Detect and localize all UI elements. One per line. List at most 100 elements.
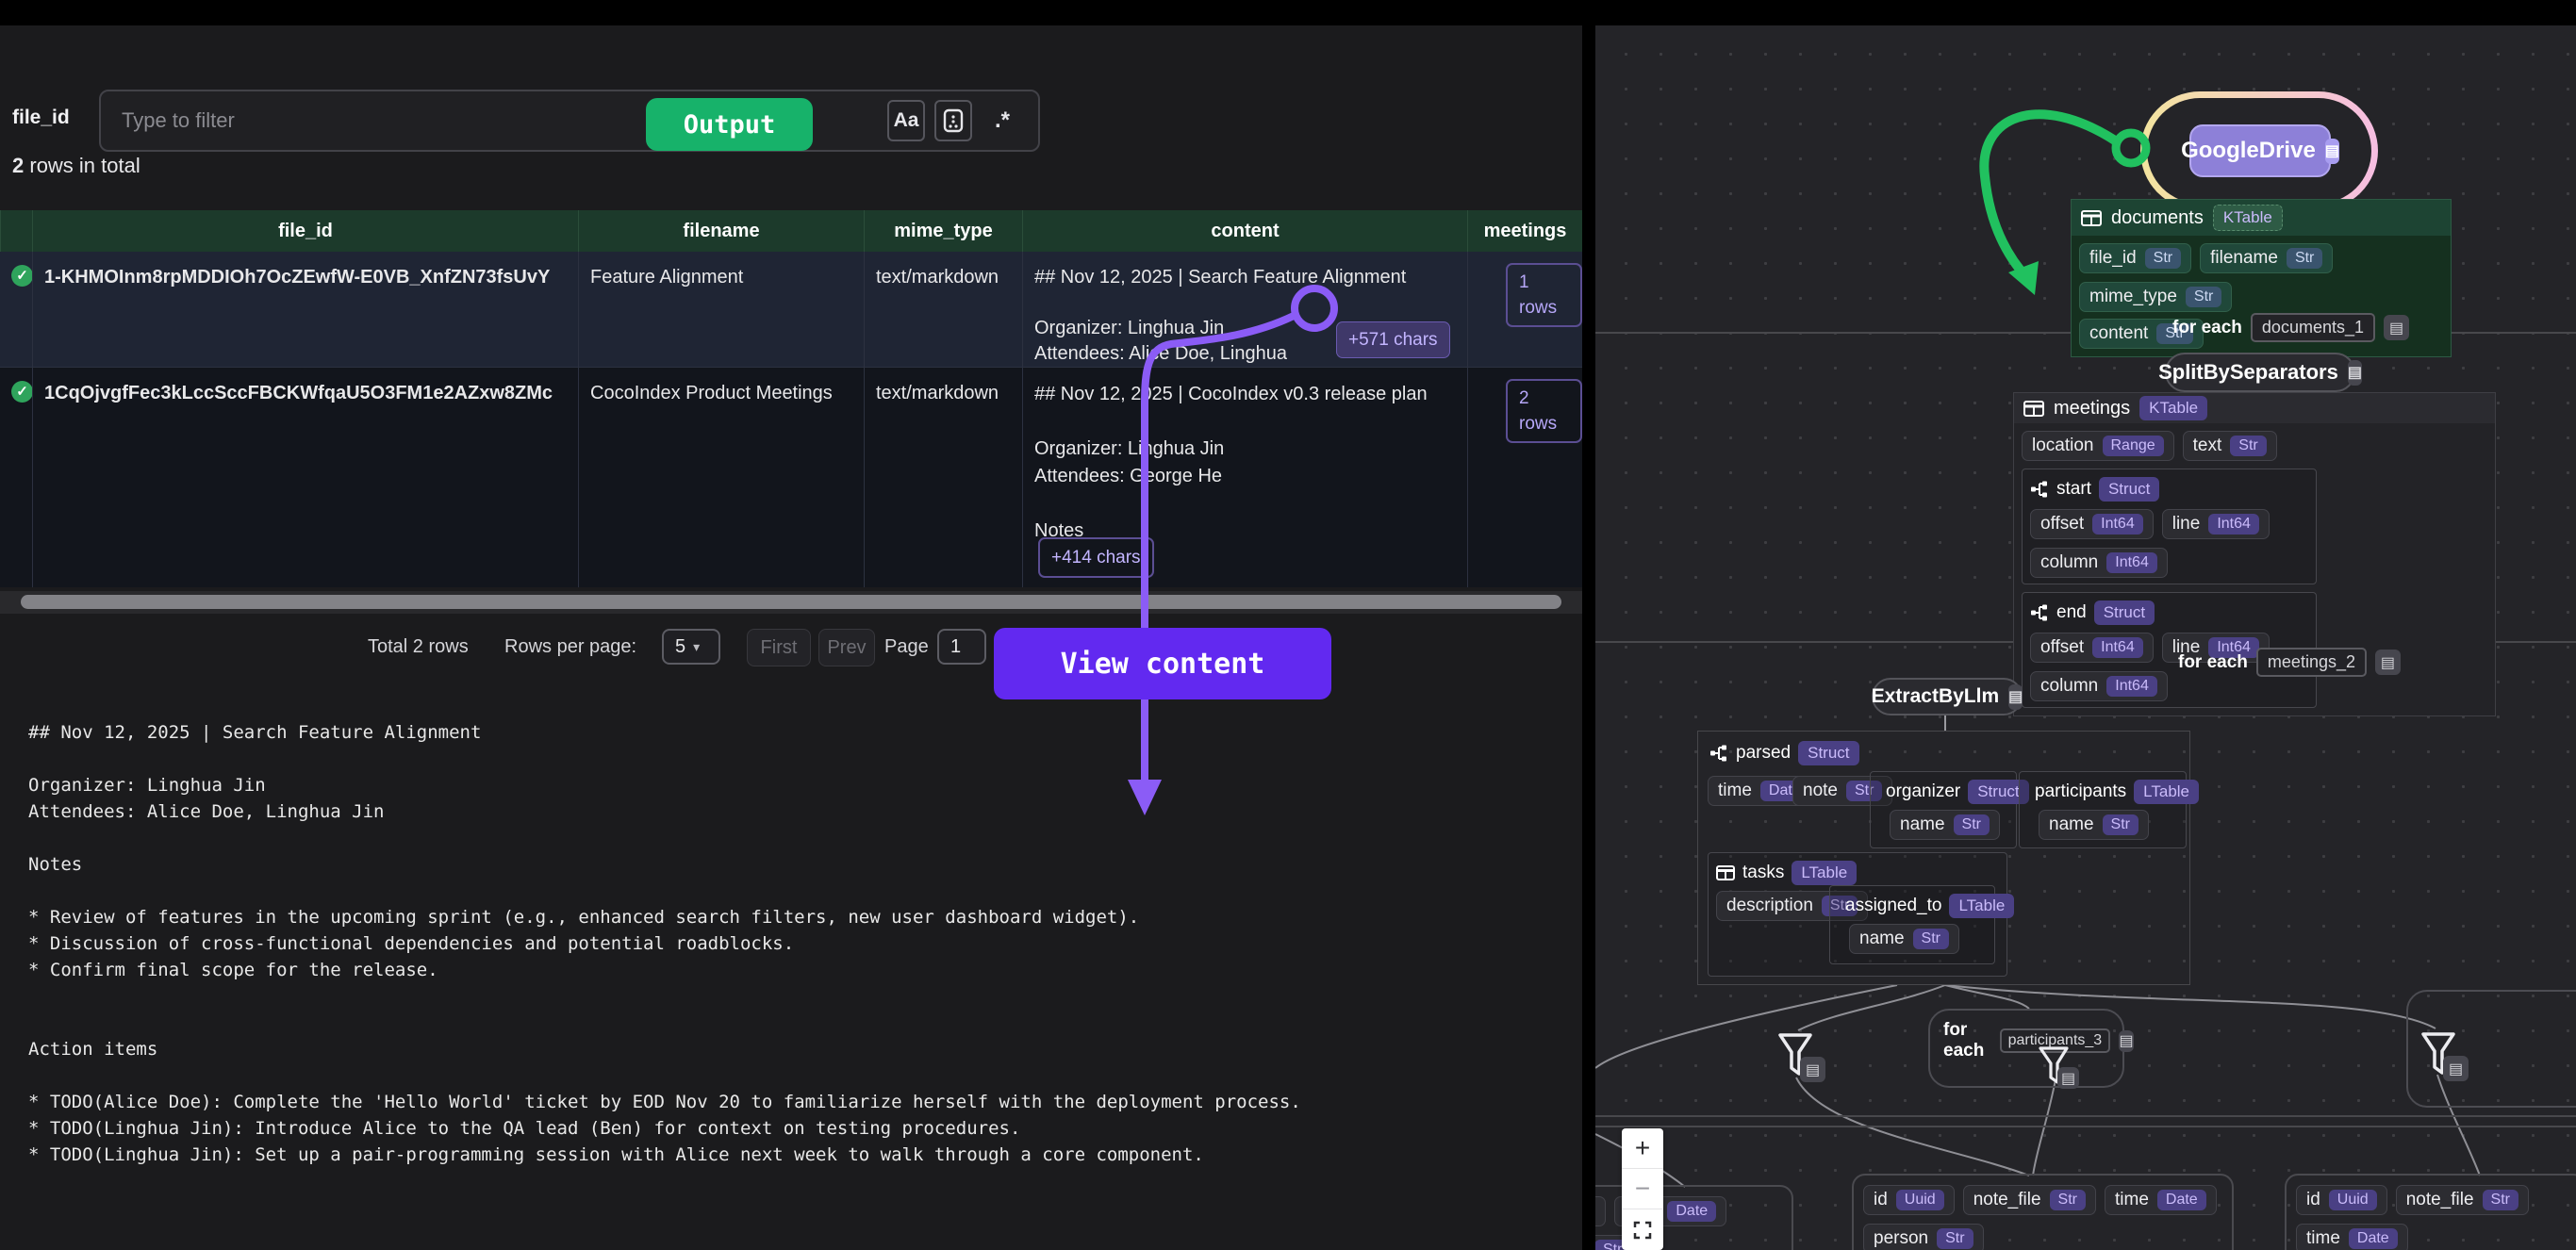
field-chip: nameStr	[1849, 924, 1959, 954]
cell-mime-type: text/markdown	[864, 368, 1022, 587]
zoom-out-button[interactable]: −	[1622, 1169, 1663, 1209]
table-kind-badge: LTable	[2134, 780, 2199, 804]
header-content[interactable]: content	[1022, 210, 1467, 252]
table-title: documents	[2111, 207, 2204, 229]
collector-node[interactable]: idUuid note_fileStr timeDate description…	[2285, 1174, 2576, 1250]
match-case-icon[interactable]: Aa	[887, 100, 925, 141]
filter-funnel-icon[interactable]: ▤	[2420, 1031, 2460, 1085]
field-chip: offsetInt64	[2030, 509, 2154, 539]
field-chip: idUuid	[1863, 1185, 1955, 1215]
table-row[interactable]: ✓ 1-KHMOInm8rpMDDIOh7OcZEwfW-E0VB_XnfZN7…	[0, 252, 1582, 368]
more-chars-badge[interactable]: +571 chars	[1336, 321, 1450, 358]
output-annotation-button[interactable]: Output	[646, 98, 813, 151]
match-whole-word-icon[interactable]	[934, 100, 972, 141]
field-chip: offsetInt64	[2030, 633, 2154, 663]
view-content-annotation-button[interactable]: View content	[994, 628, 1331, 699]
header-file-id[interactable]: file_id	[32, 210, 578, 252]
meetings-rows-badge[interactable]: 2 rows	[1506, 379, 1582, 443]
table-name: tasks	[1742, 863, 1784, 883]
document-icon: ▤	[2119, 1030, 2134, 1052]
chevron-down-icon: ▾	[693, 639, 700, 655]
document-icon: ▤	[2375, 650, 2401, 675]
horizontal-scrollbar-track[interactable]	[0, 591, 1582, 614]
page-number-input[interactable]: 1	[937, 629, 986, 665]
node-google-drive[interactable]: GoogleDrive ▤	[2189, 124, 2331, 177]
content-title: ## Nov 12, 2025 | Search Feature Alignme…	[1034, 265, 1456, 290]
struct-name: start	[2056, 479, 2091, 500]
table-group-tasks: tasks LTable descriptionStr assigned_to …	[1708, 852, 2007, 977]
page-label: Page	[884, 629, 929, 665]
prev-page-button[interactable]: Prev	[818, 629, 875, 666]
node-extract-by-llm[interactable]: ExtractByLlm ▤	[1872, 678, 2023, 715]
output-table: file_id filename mime_type content meeti…	[0, 210, 1582, 587]
node-split-by-separators[interactable]: SplitBySeparators ▤	[2165, 353, 2355, 392]
collector-node[interactable]: idUuid note_fileStr timeDate personStr i…	[1852, 1174, 2234, 1250]
struct-name: organizer	[1886, 781, 1960, 802]
foreach-group-right[interactable]: ▤	[2406, 990, 2576, 1108]
struct-group-start: start Struct offsetInt64 lineInt64 colum…	[2022, 469, 2317, 584]
table-icon	[2023, 401, 2044, 417]
more-chars-badge[interactable]: +414 chars	[1038, 537, 1154, 578]
output-panel: file_id Type to filter Aa .* 2 rows in t…	[0, 25, 1582, 1250]
struct-name: parsed	[1736, 743, 1791, 764]
struct-kind-badge: Struct	[1798, 741, 1858, 765]
field-chip: note_fileStr	[2396, 1185, 2529, 1215]
table-kind-badge: LTable	[1949, 894, 2014, 918]
row-selected-check-icon[interactable]: ✓	[11, 265, 32, 287]
content-attendees: Attendees: George He	[1034, 463, 1456, 490]
field-chip: idUuid	[2296, 1185, 2387, 1215]
table-group-participants: participants LTable nameStr	[2019, 771, 2187, 848]
foreach-scope-box[interactable]: documents_1	[2251, 313, 2375, 342]
foreach-participants-group[interactable]: for each participants_3 ▤ ▤	[1928, 1009, 2124, 1088]
field-chip: columnInt64	[2030, 671, 2168, 701]
struct-icon	[1709, 744, 1728, 763]
header-meetings[interactable]: meetings	[1467, 210, 1582, 252]
filter-funnel-icon[interactable]: ▤	[2039, 1046, 2072, 1093]
filter-funnel-icon[interactable]: ▤	[1777, 1032, 1817, 1086]
row-selected-check-icon[interactable]: ✓	[11, 381, 32, 403]
document-icon: ▤	[2057, 1067, 2079, 1089]
field-chip: locationRange	[2022, 431, 2174, 461]
field-chip: timeDate	[2296, 1224, 2408, 1250]
horizontal-scrollbar-thumb[interactable]	[21, 595, 1561, 609]
table-kind-badge: LTable	[1792, 861, 1857, 885]
filter-icon-group: Aa .*	[887, 100, 1023, 141]
foreach-scope-box[interactable]: meetings_2	[2256, 648, 2367, 677]
regex-icon[interactable]: .*	[982, 100, 1023, 141]
document-icon: ▤	[2384, 315, 2409, 340]
content-organizer: Organizer: Linghua Jin	[1034, 436, 1456, 463]
rows-per-page-select[interactable]: 5 ▾	[662, 629, 720, 665]
header-mime-type[interactable]: mime_type	[864, 210, 1022, 252]
fit-view-button[interactable]	[1622, 1209, 1663, 1250]
first-page-button[interactable]: First	[747, 629, 811, 666]
field-chip: note_fileStr	[1963, 1185, 2096, 1215]
cell-content: ## Nov 12, 2025 | CocoIndex v0.3 release…	[1022, 368, 1467, 587]
cell-filename: Feature Alignment	[578, 252, 864, 367]
field-chip: filenameStr	[2200, 243, 2333, 273]
table-row[interactable]: ✓ 1CqOjvgfFec3kLccSccFBCKWfqaU5O3FM1e2AZ…	[0, 368, 1582, 587]
table-kind-badge: KTable	[2139, 396, 2207, 420]
field-chip: nameStr	[1890, 810, 2000, 840]
document-icon: ▤	[2325, 139, 2339, 164]
table-header-row: file_id filename mime_type content meeti…	[0, 210, 1582, 252]
cell-mime-type: text/markdown	[864, 252, 1022, 367]
struct-kind-badge: Struct	[2094, 600, 2155, 625]
foreach-meetings-label: for each meetings_2 ▤	[2178, 648, 2401, 677]
cell-file-id: 1-KHMOInm8rpMDDIOh7OcZEwfW-E0VB_XnfZN73f…	[32, 252, 578, 367]
table-group-assigned-to: assigned_to LTable nameStr	[1829, 885, 1995, 964]
screenshot-stage: file_id Type to filter Aa .* 2 rows in t…	[0, 0, 2576, 1250]
header-filename[interactable]: filename	[578, 210, 864, 252]
rows-per-page-label: Rows per page:	[504, 629, 636, 665]
field-chip: lineInt64	[2162, 509, 2270, 539]
filter-column-label: file_id	[12, 107, 70, 129]
node-label: SplitBySeparators	[2158, 360, 2338, 385]
field-chip: file_idStr	[2079, 243, 2191, 273]
meetings-rows-badge[interactable]: 1 rows	[1506, 263, 1582, 327]
zoom-in-button[interactable]: +	[1622, 1128, 1663, 1169]
zoom-controls: + −	[1622, 1128, 1663, 1250]
foreach-documents-label: for each documents_1 ▤	[2172, 313, 2409, 342]
filter-input[interactable]: Type to filter Aa .*	[99, 90, 1040, 152]
table-kind-badge: KTable	[2213, 205, 2283, 231]
struct-node-parsed[interactable]: parsed Struct timeDate noteStr organizer…	[1697, 731, 2190, 985]
cell-content: ## Nov 12, 2025 | Search Feature Alignme…	[1022, 252, 1467, 367]
